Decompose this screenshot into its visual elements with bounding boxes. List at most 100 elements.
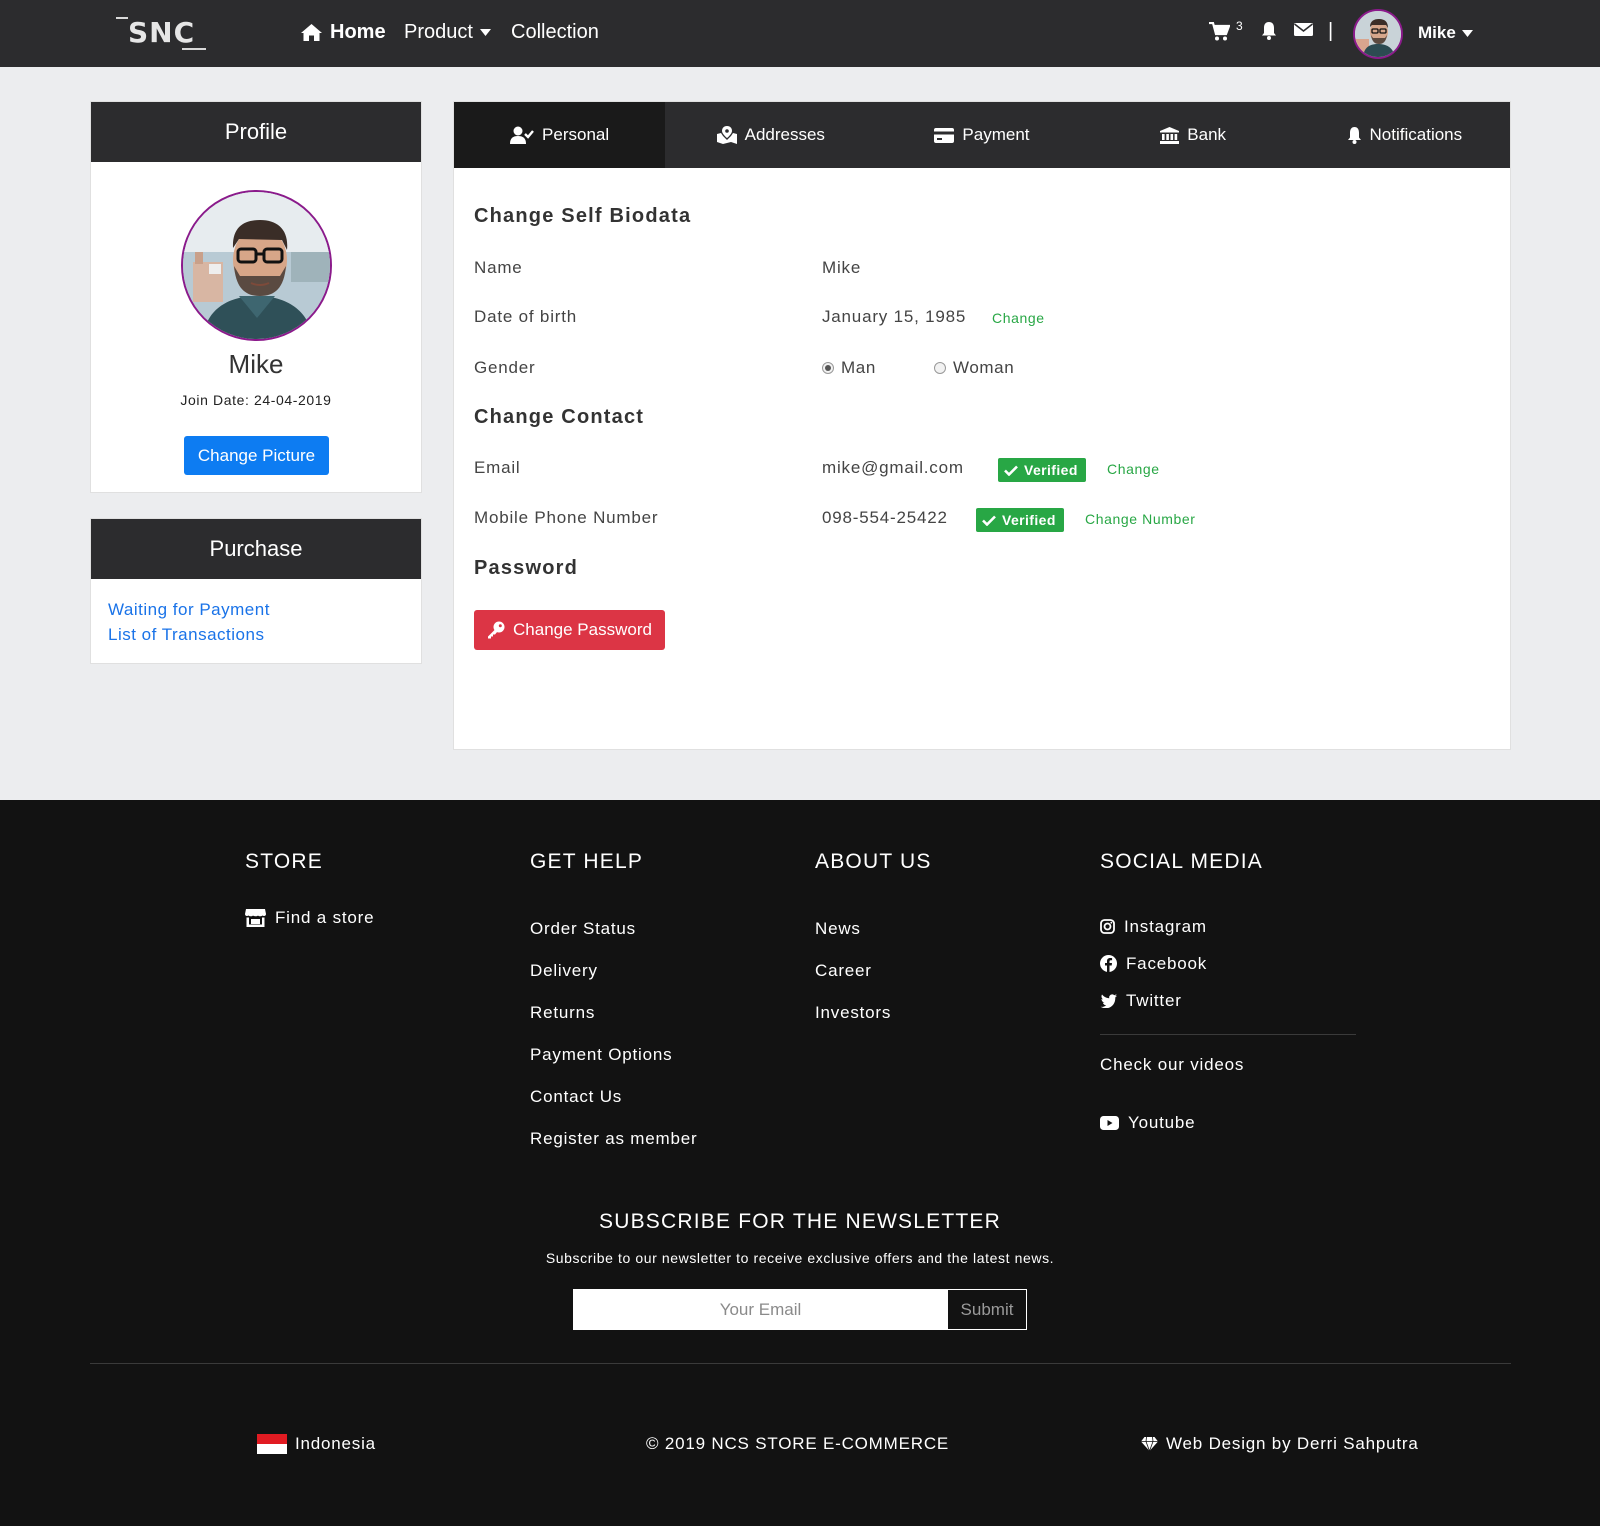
register-member-link[interactable]: Register as member <box>530 1118 697 1160</box>
tab-notifications[interactable]: Notifications <box>1299 102 1510 168</box>
profile-card: Profile Mike Join Date: 24-04-2019 Chang… <box>90 101 422 493</box>
facebook-icon <box>1100 955 1117 972</box>
bell-icon[interactable] <box>1261 22 1277 40</box>
waiting-for-payment-link[interactable]: Waiting for Payment <box>108 597 270 622</box>
home-icon <box>301 24 322 41</box>
footer-store-column: STORE Find a store <box>245 850 374 928</box>
twitter-link[interactable]: Twitter <box>1100 982 1356 1019</box>
youtube-icon <box>1100 1115 1119 1130</box>
find-a-store-link[interactable]: Find a store <box>245 908 374 928</box>
logo[interactable]: SNC <box>116 14 208 50</box>
purchase-links: Waiting for Payment List of Transactions <box>108 597 270 647</box>
gender-option-man[interactable]: Man <box>822 358 876 378</box>
payment-options-link[interactable]: Payment Options <box>530 1034 697 1076</box>
tab-personal-label: Personal <box>542 125 610 144</box>
profile-avatar <box>181 190 332 341</box>
avatar[interactable] <box>1353 9 1403 59</box>
tab-notifications-label: Notifications <box>1369 125 1463 144</box>
user-menu-dropdown[interactable]: Mike <box>1418 23 1473 43</box>
country-label: Indonesia <box>295 1434 376 1453</box>
instagram-icon <box>1100 919 1115 934</box>
phone-change-link[interactable]: Change Number <box>1085 511 1196 527</box>
store-icon <box>245 909 266 927</box>
tab-addresses[interactable]: Addresses <box>665 102 876 168</box>
newsletter-subtitle: Subscribe to our newsletter to receive e… <box>545 1250 1055 1266</box>
account-settings-panel: Personal Addresses Payment Bank Notifica… <box>453 101 1511 750</box>
design-credit: Web Design by Derri Sahputra <box>1141 1434 1419 1454</box>
tab-personal[interactable]: Personal <box>454 102 666 168</box>
instagram-link[interactable]: Instagram <box>1100 908 1356 945</box>
nav-product-dropdown[interactable]: Product <box>404 21 491 44</box>
facebook-link[interactable]: Facebook <box>1100 945 1356 982</box>
footer-get-help-column: GET HELP Order Status Delivery Returns P… <box>530 850 697 1160</box>
caret-down-icon <box>1461 29 1473 37</box>
gender-option-woman[interactable]: Woman <box>934 358 1014 378</box>
copyright: © 2019 NCS STORE E-COMMERCE <box>646 1434 949 1454</box>
user-name: Mike <box>1418 23 1456 42</box>
country-selector[interactable]: Indonesia <box>257 1434 376 1454</box>
tab-bank[interactable]: Bank <box>1088 102 1299 168</box>
returns-link[interactable]: Returns <box>530 992 697 1034</box>
design-credit-label: Web Design by Derri Sahputra <box>1166 1434 1419 1453</box>
caret-down-icon <box>479 29 491 36</box>
check-icon <box>982 515 996 526</box>
map-marked-icon <box>716 126 737 144</box>
cart-icon[interactable] <box>1209 22 1230 41</box>
footer-get-help-title: GET HELP <box>530 850 644 873</box>
change-password-label: Change Password <box>513 620 652 639</box>
nav-home[interactable]: Home <box>300 21 386 44</box>
nav-separator: | <box>1328 20 1334 42</box>
newsletter-email-input[interactable] <box>574 1290 947 1329</box>
purchase-card: Purchase Waiting for Payment List of Tra… <box>90 518 422 664</box>
purchase-card-title: Purchase <box>209 536 303 561</box>
twitter-label: Twitter <box>1126 990 1182 1010</box>
radio-selected-icon <box>822 362 834 374</box>
contact-us-link[interactable]: Contact Us <box>530 1076 697 1118</box>
tab-payment-label: Payment <box>962 125 1030 144</box>
settings-tabs: Personal Addresses Payment Bank Notifica… <box>454 102 1510 168</box>
cart-count-badge: 3 <box>1236 19 1243 33</box>
nav-collection-label: Collection <box>511 21 599 43</box>
email-label: Email <box>474 458 521 477</box>
list-of-transactions-link[interactable]: List of Transactions <box>108 622 270 647</box>
bank-icon <box>1160 126 1180 144</box>
delivery-link[interactable]: Delivery <box>530 950 697 992</box>
envelope-icon[interactable] <box>1294 22 1313 37</box>
tab-addresses-label: Addresses <box>744 125 825 144</box>
email-change-link[interactable]: Change <box>1107 461 1160 477</box>
gender-option-woman-label: Woman <box>953 358 1015 377</box>
name-label: Name <box>474 258 523 277</box>
career-link[interactable]: Career <box>815 950 932 992</box>
news-link[interactable]: News <box>815 908 932 950</box>
password-section-title: Password <box>474 557 579 579</box>
phone-verified-label: Verified <box>1002 512 1056 528</box>
indonesia-flag-icon <box>257 1434 287 1454</box>
nav-home-label: Home <box>330 21 386 43</box>
social-divider <box>1100 1034 1356 1035</box>
footer-social-media-column: SOCIAL MEDIA Instagram Facebook Twitter … <box>1100 850 1356 1141</box>
change-picture-button[interactable]: Change Picture <box>184 436 329 475</box>
nav-collection[interactable]: Collection <box>511 21 599 44</box>
gender-option-man-label: Man <box>841 358 876 377</box>
dob-change-link[interactable]: Change <box>992 310 1045 326</box>
change-password-button[interactable]: Change Password <box>474 610 665 650</box>
profile-card-title: Profile <box>224 119 288 144</box>
tab-payment[interactable]: Payment <box>876 102 1087 168</box>
copyright-label: © 2019 NCS STORE E-COMMERCE <box>646 1434 950 1453</box>
newsletter-submit-button[interactable]: Submit <box>947 1290 1026 1329</box>
phone-verified-badge: Verified <box>976 508 1064 532</box>
youtube-link[interactable]: Youtube <box>1100 1104 1356 1141</box>
dob-label: Date of birth <box>474 307 578 326</box>
order-status-link[interactable]: Order Status <box>530 908 697 950</box>
check-videos-heading: Check our videos <box>1100 1055 1245 1074</box>
diamond-icon <box>1141 1437 1158 1451</box>
radio-unselected-icon <box>934 362 946 374</box>
check-icon <box>1004 465 1018 476</box>
join-date: Join Date: 24-04-2019 <box>180 392 332 408</box>
instagram-label: Instagram <box>1124 916 1207 936</box>
top-navbar: SNC Home Product Collection 3 | Mike <box>0 0 1600 67</box>
investors-link[interactable]: Investors <box>815 992 932 1034</box>
bell-icon <box>1347 126 1361 144</box>
newsletter-form: Submit <box>573 1289 1027 1330</box>
nav-product-label: Product <box>404 21 473 43</box>
